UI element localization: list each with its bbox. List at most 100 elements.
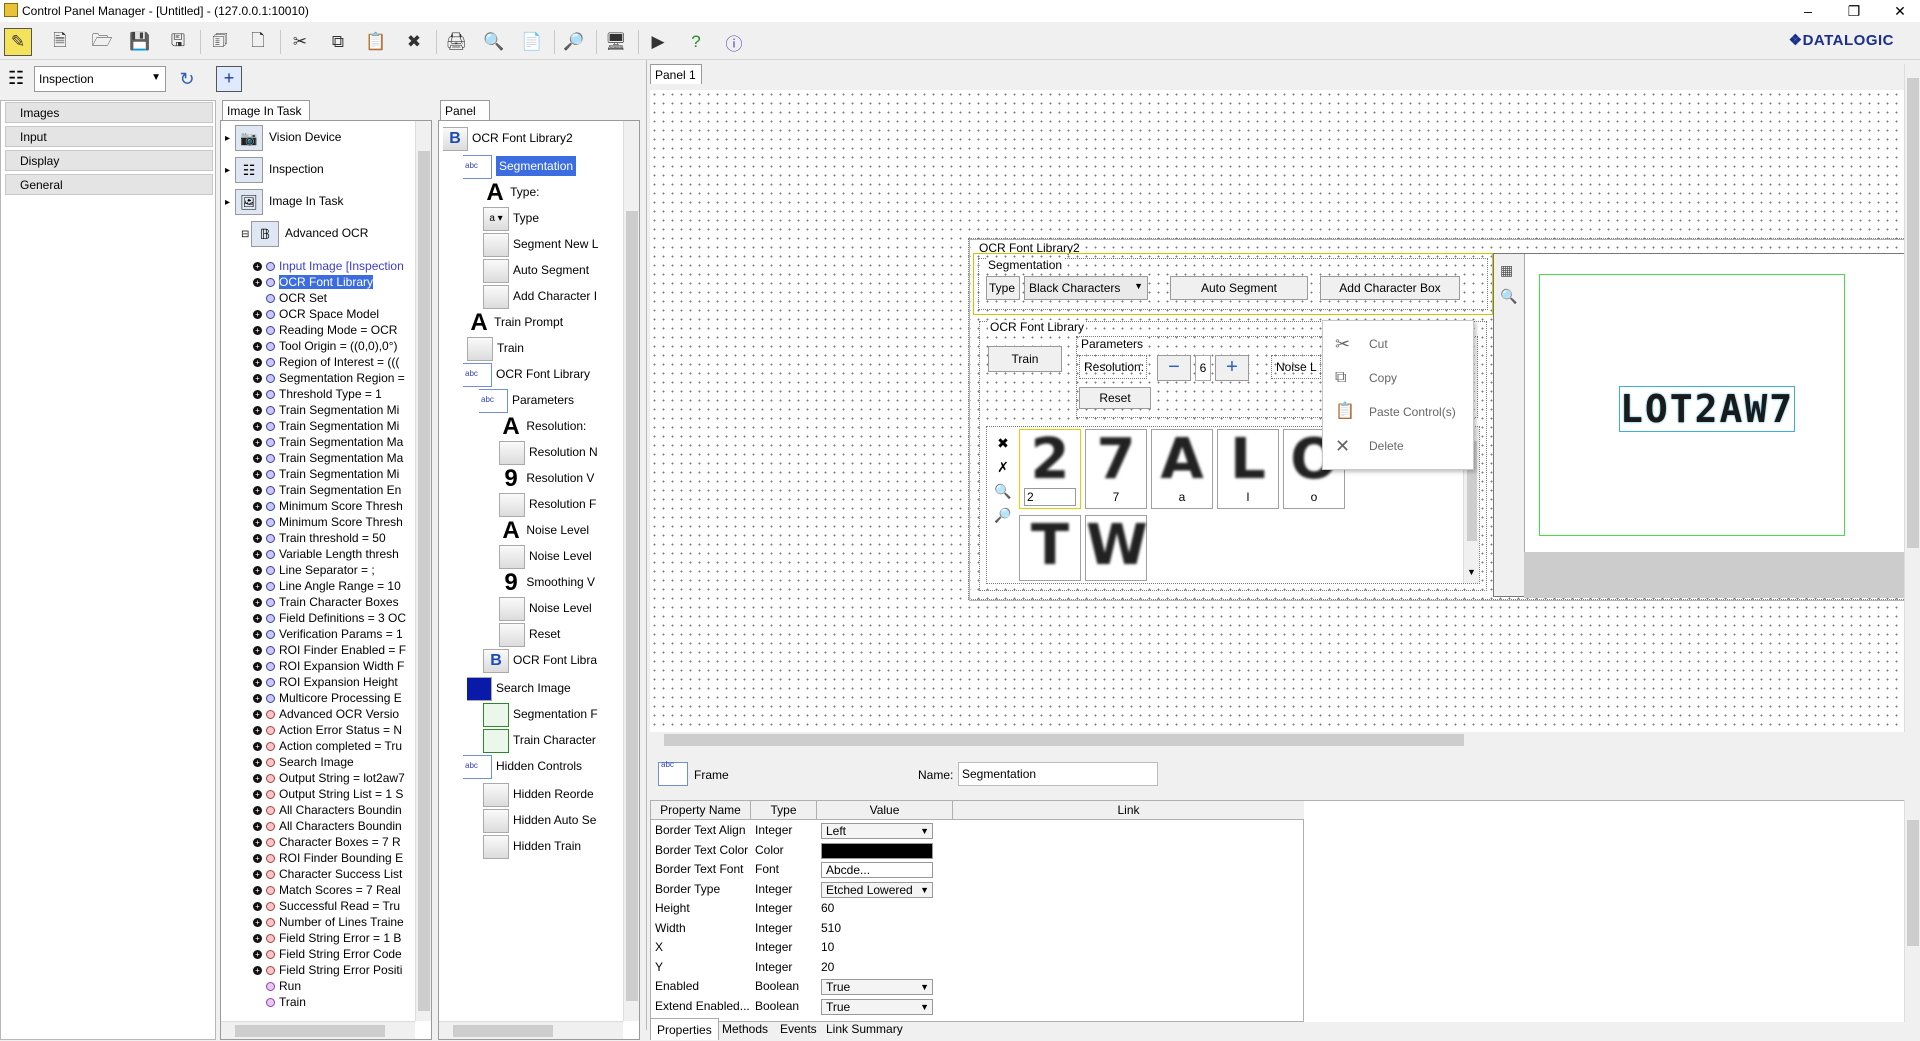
about-icon[interactable]: ⓘ xyxy=(720,28,748,56)
open-folder-icon[interactable]: 🗁 xyxy=(88,28,116,56)
tree-node[interactable]: + Line Separator = ; xyxy=(253,563,417,578)
panel-tree-node[interactable]: −Search Image xyxy=(467,675,619,701)
expand-icon[interactable]: + xyxy=(253,326,262,336)
property-value[interactable]: 60 xyxy=(817,899,953,918)
delete-icon[interactable]: ✖ xyxy=(993,431,1013,455)
panel-tree-node[interactable]: A Resolution: xyxy=(499,413,619,439)
tree-node[interactable]: + Search Image xyxy=(253,755,417,770)
tree-node[interactable]: + Match Scores = 7 Real xyxy=(253,883,417,898)
tree-node[interactable]: + Field String Error Code xyxy=(253,947,417,962)
cut-icon[interactable]: ✂ xyxy=(286,28,314,56)
tree-node[interactable]: ▸ 🖼 Image In Task xyxy=(225,189,415,215)
tree-node[interactable]: + Train Segmentation Mi xyxy=(253,403,417,418)
export-icon[interactable]: 🗋 xyxy=(244,28,272,56)
property-link[interactable] xyxy=(953,841,1305,860)
inspection-select[interactable]: Inspection ▼ xyxy=(34,66,166,92)
panel-tree-node[interactable]: Hidden Auto Se xyxy=(483,807,619,833)
tree-node[interactable]: + Multicore Processing E xyxy=(253,691,417,706)
property-value-select[interactable]: True ▼ xyxy=(821,979,933,995)
expand-icon[interactable]: + xyxy=(253,726,262,736)
property-row[interactable]: Height Integer 60 xyxy=(651,899,1305,918)
panel-tree-node[interactable]: 9 Resolution V xyxy=(499,465,619,491)
help-icon[interactable]: ? xyxy=(682,28,710,56)
properties-scrollbar[interactable] xyxy=(1904,800,1920,1022)
menu-item-cut[interactable]: ✂ Cut xyxy=(1323,327,1473,361)
property-link[interactable] xyxy=(953,899,1305,918)
tree-node[interactable]: + Successful Read = Tru xyxy=(253,899,417,914)
paste-icon[interactable]: 📋 xyxy=(362,28,390,56)
panel-tree-node[interactable]: A Type: xyxy=(483,179,619,205)
tree-node[interactable]: + Train Segmentation En xyxy=(253,483,417,498)
panel-tree-node[interactable]: Segmentation F xyxy=(483,701,619,727)
panel-tree-node[interactable]: Hidden Reorde xyxy=(483,781,619,807)
panel-tree-node[interactable]: −Parameters xyxy=(479,387,619,413)
expand-icon[interactable]: + xyxy=(253,646,262,656)
tree-node[interactable]: + Output String List = 1 S xyxy=(253,787,417,802)
expand-icon[interactable]: + xyxy=(253,694,262,704)
image-viewport[interactable]: LOT2AW7 xyxy=(1524,254,1916,552)
property-value-select[interactable]: Etched Lowered ▼ xyxy=(821,881,933,898)
restore-icon[interactable]: ❐ xyxy=(1831,0,1877,22)
property-row[interactable]: Enabled Boolean True ▼ xyxy=(651,977,1305,996)
tab-link-summary[interactable]: Link Summary xyxy=(820,1018,909,1040)
sidebar-item-images[interactable]: Images xyxy=(5,102,213,123)
minimize-icon[interactable]: – xyxy=(1785,0,1831,22)
panel-tree-node[interactable]: Add Character I xyxy=(483,283,619,309)
train-button[interactable]: Train xyxy=(988,346,1062,372)
panel-tree-node[interactable]: A Train Prompt xyxy=(467,309,619,335)
tree-hscrollbar[interactable] xyxy=(221,1021,415,1039)
run-icon[interactable]: ▶ xyxy=(644,28,672,56)
expand-icon[interactable]: + xyxy=(253,886,262,896)
close-icon[interactable]: ✕ xyxy=(1877,0,1920,22)
reset-button[interactable]: Reset xyxy=(1079,387,1151,409)
expand-icon[interactable]: + xyxy=(253,486,262,496)
expand-icon[interactable]: + xyxy=(253,406,262,416)
panel-tree-node[interactable]: 9 Smoothing V xyxy=(499,569,619,595)
expand-icon[interactable]: ▸ xyxy=(225,197,235,208)
print-preview-icon[interactable]: 🔍 xyxy=(480,28,508,56)
property-link[interactable] xyxy=(953,821,1305,840)
name-input[interactable] xyxy=(958,762,1158,786)
monitor-icon[interactable]: 🖥 xyxy=(602,28,630,56)
tree-node[interactable]: + ROI Finder Enabled = F xyxy=(253,643,417,658)
expand-icon[interactable]: + xyxy=(253,934,262,944)
tree-node[interactable]: + Field String Error = 1 B xyxy=(253,931,417,946)
panel-tree-node[interactable]: Auto Segment xyxy=(483,257,619,283)
sidebar-item-general[interactable]: General xyxy=(5,174,213,195)
panel-tree-node[interactable]: Noise Level xyxy=(499,595,619,621)
resolution-value[interactable]: 6 xyxy=(1195,355,1211,381)
panel-tree-node[interactable]: Noise Level xyxy=(499,543,619,569)
property-link[interactable] xyxy=(953,919,1305,938)
expand-icon[interactable]: + xyxy=(253,774,262,784)
copy-icon[interactable]: ⧉ xyxy=(324,28,352,56)
property-row[interactable]: Border Text Align Integer Left ▼ xyxy=(651,821,1305,840)
property-link[interactable] xyxy=(953,938,1305,957)
expand-icon[interactable]: ⊟ xyxy=(241,229,251,240)
tree-node[interactable]: + ROI Finder Bounding E xyxy=(253,851,417,866)
select-mode-icon[interactable]: ✎ xyxy=(4,28,32,56)
print-icon[interactable]: 🖨 xyxy=(442,28,470,56)
tree-node[interactable]: + Train Character Boxes xyxy=(253,595,417,610)
expand-icon[interactable]: + xyxy=(253,918,262,928)
tree-node[interactable]: + Output String = lot2aw7 xyxy=(253,771,417,786)
plus-button[interactable]: + xyxy=(1215,355,1249,381)
character-label-input[interactable] xyxy=(1024,488,1076,506)
zoom-icon[interactable]: 🔍 xyxy=(1500,288,1517,305)
expand-icon[interactable]: ▸ xyxy=(225,133,235,144)
tree-node[interactable]: + ROI Expansion Height xyxy=(253,675,417,690)
panel-tree-node[interactable]: Segment New L xyxy=(483,231,619,257)
panel-tree-node[interactable]: Hidden Train xyxy=(483,833,619,859)
tab-panel-1-tree[interactable]: Panel 1 xyxy=(440,100,490,132)
menu-item-paste[interactable]: 📋 Paste Control(s) xyxy=(1323,395,1473,429)
expand-icon[interactable]: + xyxy=(253,758,262,768)
property-row[interactable]: Y Integer 20 xyxy=(651,958,1305,977)
tree-node[interactable]: + OCR Font Library xyxy=(253,275,417,290)
expand-icon[interactable]: + xyxy=(253,598,262,608)
tree-node[interactable]: + Character Boxes = 7 R xyxy=(253,835,417,850)
property-value-select[interactable]: Left ▼ xyxy=(821,823,933,839)
tree-node[interactable]: + Minimum Score Thresh xyxy=(253,499,417,514)
expand-icon[interactable]: + xyxy=(253,838,262,848)
tree-node[interactable]: + All Characters Boundin xyxy=(253,803,417,818)
grid-icon[interactable]: ▦ xyxy=(1500,262,1513,279)
canvas-vscrollbar[interactable] xyxy=(1904,64,1920,732)
